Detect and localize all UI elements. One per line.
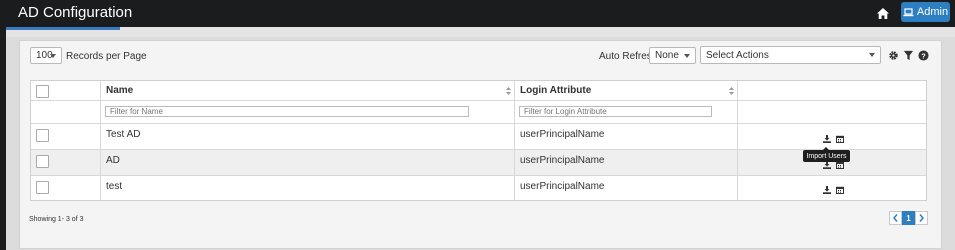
- row-login-attribute: userPrincipalName: [520, 155, 605, 166]
- name-filter-input[interactable]: [105, 106, 469, 117]
- row-checkbox[interactable]: [36, 181, 49, 194]
- select-actions-value: Select Actions: [706, 49, 769, 61]
- table-row[interactable]: Test AD userPrincipalName: [31, 124, 926, 150]
- chevron-down-icon: [684, 53, 690, 58]
- row-name: Test AD: [106, 129, 141, 140]
- next-page-button[interactable]: [915, 211, 928, 225]
- filter-icon[interactable]: [903, 50, 914, 61]
- row-name: test: [106, 181, 123, 192]
- auto-refresh-select[interactable]: None: [649, 47, 696, 64]
- column-header-login-attribute[interactable]: Login Attribute: [520, 85, 591, 96]
- page-title: AD Configuration: [18, 4, 133, 21]
- download-icon[interactable]: [823, 161, 831, 169]
- calendar-icon[interactable]: [836, 161, 844, 169]
- help-icon[interactable]: ?: [918, 50, 929, 61]
- left-edge: [0, 27, 6, 250]
- admin-button[interactable]: Admin: [901, 2, 950, 22]
- chevron-down-icon: [869, 53, 875, 57]
- ad-table: Name Login Attribute Test AD userPrincip…: [30, 80, 927, 201]
- chevron-left-icon: [893, 214, 898, 222]
- table-row[interactable]: test userPrincipalName: [31, 176, 926, 201]
- calendar-icon[interactable]: [836, 135, 844, 143]
- table-filter-row: [31, 101, 926, 124]
- page-1-button[interactable]: 1: [902, 211, 915, 225]
- pagination-summary: Showing 1- 3 of 3: [29, 216, 84, 223]
- gear-icon[interactable]: [888, 50, 899, 61]
- records-per-page-label: Records per Page: [66, 51, 147, 62]
- download-icon[interactable]: [823, 135, 831, 143]
- login-attribute-filter-input[interactable]: [519, 106, 712, 117]
- row-login-attribute: userPrincipalName: [520, 181, 605, 192]
- prev-page-button[interactable]: [889, 211, 902, 225]
- auto-refresh-value: None: [655, 50, 679, 61]
- table-header-row: Name Login Attribute: [31, 81, 926, 101]
- column-divider: [100, 81, 101, 200]
- column-divider: [514, 81, 515, 200]
- select-all-checkbox[interactable]: [36, 85, 49, 98]
- svg-text:?: ?: [921, 51, 926, 60]
- column-header-name[interactable]: Name: [106, 85, 133, 96]
- laptop-icon: [903, 7, 914, 16]
- sort-icon[interactable]: [506, 87, 511, 95]
- row-name: AD: [106, 155, 120, 166]
- row-login-attribute: userPrincipalName: [520, 129, 605, 140]
- table-row[interactable]: AD userPrincipalName: [31, 150, 926, 176]
- records-per-page-select[interactable]: 100: [30, 47, 62, 64]
- header-strip: [0, 27, 955, 37]
- column-divider: [737, 81, 738, 200]
- title-underline: [6, 27, 120, 30]
- row-checkbox[interactable]: [36, 155, 49, 168]
- row-checkbox[interactable]: [36, 129, 49, 142]
- top-bar: AD Configuration Admin: [0, 0, 955, 27]
- home-icon[interactable]: [876, 7, 890, 20]
- chevron-down-icon: [50, 53, 56, 58]
- chevron-right-icon: [919, 214, 924, 222]
- admin-label: Admin: [916, 6, 949, 18]
- calendar-icon[interactable]: [836, 186, 844, 194]
- sort-icon[interactable]: [729, 87, 734, 95]
- import-users-tooltip: Import Users: [803, 147, 850, 162]
- download-icon[interactable]: [823, 186, 831, 194]
- select-actions-dropdown[interactable]: Select Actions: [700, 46, 881, 64]
